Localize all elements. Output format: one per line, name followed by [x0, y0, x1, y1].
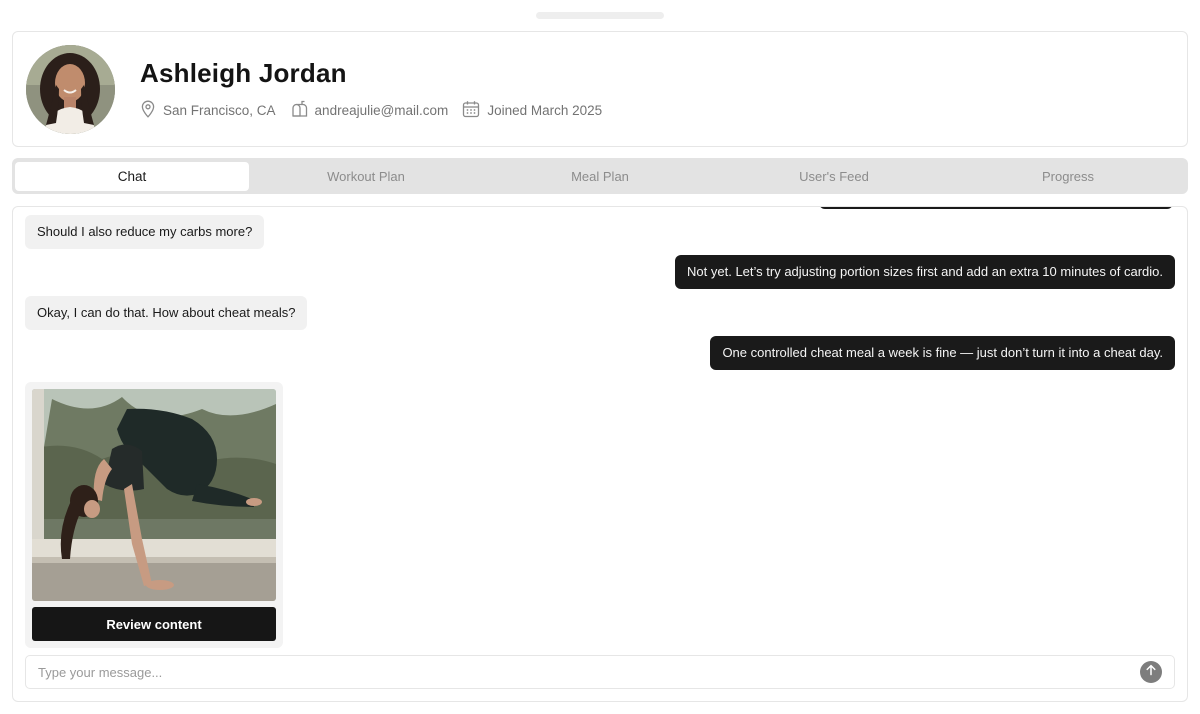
avatar: [26, 45, 115, 134]
mailbox-icon: [290, 100, 315, 121]
arrow-up-icon: [1145, 663, 1157, 681]
calendar-icon: [462, 100, 487, 121]
tab-users-feed[interactable]: User's Feed: [717, 162, 951, 191]
tab-meal-plan[interactable]: Meal Plan: [483, 162, 717, 191]
message-bubble-outgoing: Not yet. Let’s try adjusting portion siz…: [675, 255, 1175, 289]
app-root: Ashleigh Jordan San Francisco, CA andrea…: [0, 0, 1200, 714]
message-bubble-partial: [819, 207, 1173, 209]
tab-progress[interactable]: Progress: [951, 162, 1185, 191]
chat-panel[interactable]: Should I also reduce my carbs more? Not …: [12, 206, 1188, 702]
profile-name: Ashleigh Jordan: [140, 58, 347, 88]
message-input[interactable]: [26, 656, 1126, 688]
tab-bar: Chat Workout Plan Meal Plan User's Feed …: [12, 158, 1188, 194]
message-bubble-incoming: Okay, I can do that. How about cheat mea…: [25, 296, 308, 330]
send-button[interactable]: [1140, 661, 1162, 683]
location-item: San Francisco, CA: [140, 100, 276, 121]
joined-text: Joined March 2025: [487, 103, 603, 118]
profile-card: Ashleigh Jordan San Francisco, CA andrea…: [12, 31, 1188, 147]
drag-handle[interactable]: [536, 12, 664, 19]
map-pin-icon: [140, 100, 163, 121]
review-content-button[interactable]: Review content: [32, 607, 276, 641]
message-bubble-incoming: Should I also reduce my carbs more?: [25, 215, 265, 249]
email-item: andreajulie@mail.com: [290, 100, 449, 121]
message-bubble-outgoing: One controlled cheat meal a week is fine…: [710, 336, 1175, 370]
attachment-photo[interactable]: [32, 389, 276, 601]
email-text: andreajulie@mail.com: [314, 103, 449, 118]
joined-item: Joined March 2025: [462, 100, 602, 121]
image-attachment-card: Review content: [25, 382, 283, 648]
tab-chat[interactable]: Chat: [15, 161, 249, 191]
tab-workout-plan[interactable]: Workout Plan: [249, 162, 483, 191]
location-text: San Francisco, CA: [163, 103, 276, 118]
profile-meta: San Francisco, CA andreajulie@mail.com J…: [140, 100, 616, 121]
message-composer: [25, 655, 1175, 689]
